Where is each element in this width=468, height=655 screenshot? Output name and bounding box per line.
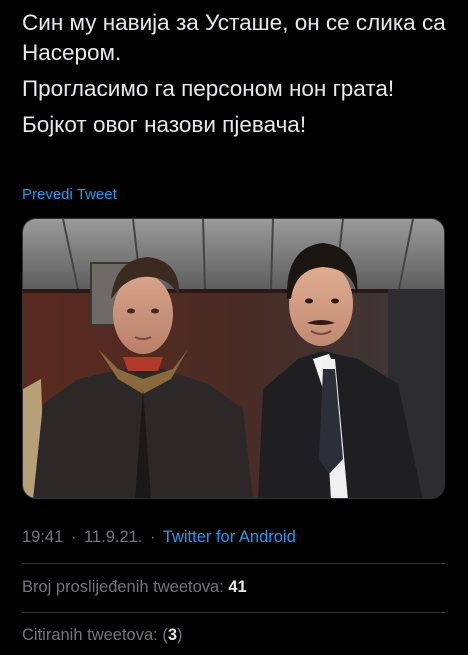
tweet-line-2: Прогласимо га персоном нон грата! [22, 76, 395, 101]
divider [22, 563, 446, 564]
photo-image [23, 219, 444, 498]
retweets-count: 41 [228, 578, 247, 596]
tweet-source-link[interactable]: Twitter for Android [163, 528, 296, 546]
quotes-stat[interactable]: Citiranih tweetova: (3) [22, 626, 183, 645]
tweet-line-3: Бојкот овог назови пјевача! [22, 112, 307, 137]
tweet-meta: 19:41 · 11.9.21. · Twitter for Android [22, 528, 296, 547]
tweet-text: Син му навија за Усташе, он се слика са … [22, 8, 458, 152]
quotes-count: 3 [167, 626, 178, 644]
tweet-date[interactable]: 11.9.21. [84, 528, 142, 546]
meta-separator-2: · [150, 528, 156, 546]
quotes-count-close: ) [177, 626, 183, 644]
translate-tweet-link[interactable]: Prevedi Tweet [22, 186, 117, 203]
tweet-line-1: Син му навија за Усташе, он се слика са … [22, 10, 446, 65]
retweets-label: Broj proslijeđenih tweetova: [22, 578, 224, 596]
meta-separator: · [70, 528, 77, 546]
tweet-photo[interactable] [22, 218, 445, 499]
divider [22, 612, 446, 613]
quotes-label: Citiranih tweetova: [22, 626, 158, 644]
tweet-time[interactable]: 19:41 [22, 528, 63, 546]
retweets-stat[interactable]: Broj proslijeđenih tweetova: 41 [22, 578, 247, 597]
